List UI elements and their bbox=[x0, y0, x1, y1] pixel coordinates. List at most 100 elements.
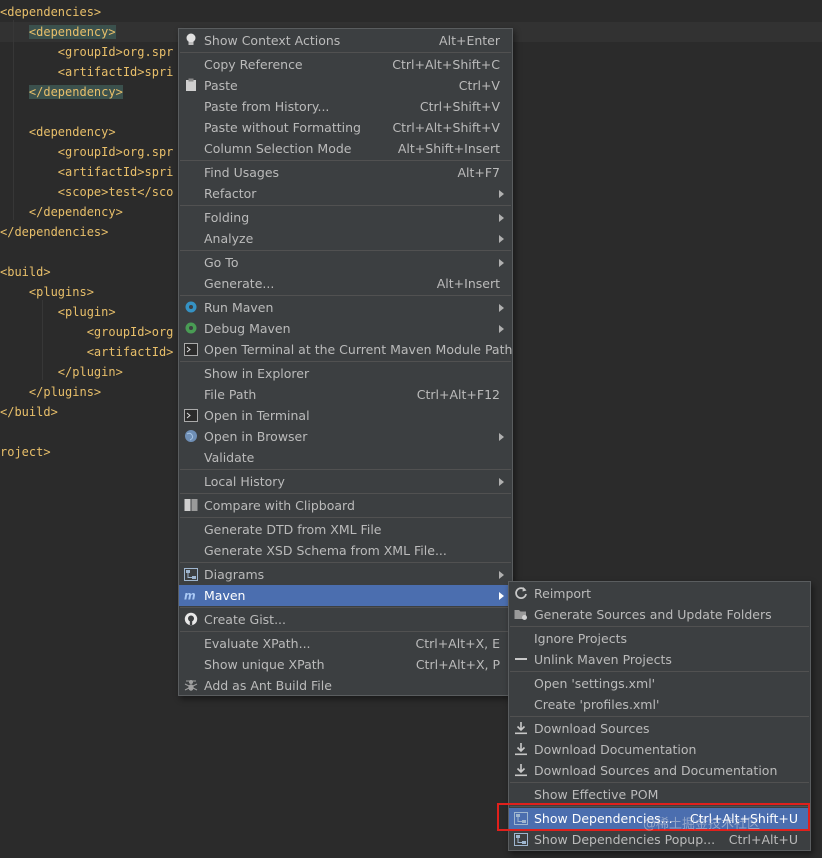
code-line[interactable]: <dependency> bbox=[0, 22, 116, 42]
code-line[interactable]: roject> bbox=[0, 442, 51, 462]
code-text: <dependency> bbox=[28, 25, 116, 39]
code-line[interactable]: <build> bbox=[0, 262, 51, 282]
code-line[interactable]: <groupId>org.spr bbox=[0, 42, 174, 62]
menu-item-label: Run Maven bbox=[204, 300, 274, 315]
submenu-arrow-icon bbox=[499, 325, 504, 333]
menu-item-evaluate-xpath[interactable]: Evaluate XPath... Ctrl+Alt+X, E bbox=[179, 633, 512, 654]
menu-item-show-in-explorer[interactable]: Show in Explorer bbox=[179, 363, 512, 384]
menu-item-download-sources[interactable]: Download Sources bbox=[509, 718, 810, 739]
menu-separator bbox=[180, 361, 511, 362]
menu-item-show-effective-pom[interactable]: Show Effective POM bbox=[509, 784, 810, 805]
code-line[interactable]: </dependency> bbox=[0, 202, 123, 222]
menu-item-label: Open 'settings.xml' bbox=[534, 676, 656, 691]
menu-item-label: Show in Explorer bbox=[204, 366, 310, 381]
code-line[interactable]: </plugin> bbox=[0, 362, 123, 382]
code-line[interactable]: <groupId>org.spr bbox=[0, 142, 174, 162]
menu-item-show-context-actions[interactable]: Show Context Actions Alt+Enter bbox=[179, 30, 512, 51]
code-line[interactable]: <scope>test</sco bbox=[0, 182, 174, 202]
menu-item-go-to[interactable]: Go To bbox=[179, 252, 512, 273]
menu-item-local-history[interactable]: Local History bbox=[179, 471, 512, 492]
menu-item-generate-dtd-from-xml-file[interactable]: Generate DTD from XML File bbox=[179, 519, 512, 540]
menu-item-create-gist[interactable]: Create Gist... bbox=[179, 609, 512, 630]
menu-separator bbox=[180, 205, 511, 206]
menu-item-label: Generate XSD Schema from XML File... bbox=[204, 543, 447, 558]
menu-item-download-documentation[interactable]: Download Documentation bbox=[509, 739, 810, 760]
submenu-arrow-icon bbox=[499, 433, 504, 441]
menu-item-paste[interactable]: Paste Ctrl+V bbox=[179, 75, 512, 96]
menu-item-validate[interactable]: Validate bbox=[179, 447, 512, 468]
menu-item-paste-from-history[interactable]: Paste from History... Ctrl+Shift+V bbox=[179, 96, 512, 117]
menu-item-generate[interactable]: Generate... Alt+Insert bbox=[179, 273, 512, 294]
code-line[interactable]: </dependency> bbox=[0, 82, 123, 102]
menu-item-shortcut: Ctrl+Alt+X, P bbox=[415, 657, 500, 672]
menu-item-download-sources-and-documentation[interactable]: Download Sources and Documentation bbox=[509, 760, 810, 781]
submenu-arrow-icon bbox=[499, 571, 504, 579]
menu-item-open-in-terminal[interactable]: Open in Terminal bbox=[179, 405, 512, 426]
menu-item-compare-with-clipboard[interactable]: Compare with Clipboard bbox=[179, 495, 512, 516]
menu-item-label: Copy Reference bbox=[204, 57, 303, 72]
menu-item-refactor[interactable]: Refactor bbox=[179, 183, 512, 204]
menu-item-file-path[interactable]: File Path Ctrl+Alt+F12 bbox=[179, 384, 512, 405]
menu-item-show-unique-xpath[interactable]: Show unique XPath Ctrl+Alt+X, P bbox=[179, 654, 512, 675]
menu-item-label: Show Context Actions bbox=[204, 33, 341, 48]
menu-item-paste-without-formatting[interactable]: Paste without Formatting Ctrl+Alt+Shift+V bbox=[179, 117, 512, 138]
code-line[interactable]: <artifactId> bbox=[0, 342, 174, 362]
code-line[interactable]: </plugins> bbox=[0, 382, 101, 402]
menu-item-label: Column Selection Mode bbox=[204, 141, 352, 156]
menu-item-label: Open in Terminal bbox=[204, 408, 310, 423]
code-line[interactable]: <groupId>org bbox=[0, 322, 174, 342]
menu-item-folding[interactable]: Folding bbox=[179, 207, 512, 228]
menu-item-maven[interactable]: m Maven bbox=[179, 585, 512, 606]
code-line[interactable]: </dependencies> bbox=[0, 222, 108, 242]
menu-item-generate-xsd-schema-from-xml-file[interactable]: Generate XSD Schema from XML File... bbox=[179, 540, 512, 561]
minus-icon bbox=[514, 652, 528, 666]
menu-item-open-in-browser[interactable]: Open in Browser bbox=[179, 426, 512, 447]
menu-item-shortcut: Ctrl+Alt+X, E bbox=[415, 636, 500, 651]
menu-item-unlink-maven-projects[interactable]: Unlink Maven Projects bbox=[509, 649, 810, 670]
menu-item-label: Find Usages bbox=[204, 165, 280, 180]
menu-separator bbox=[510, 626, 809, 627]
menu-item-add-as-ant-build-file[interactable]: Add as Ant Build File bbox=[179, 675, 512, 696]
code-text: </dependency> bbox=[28, 205, 123, 219]
menu-item-label: Show Effective POM bbox=[534, 787, 659, 802]
lightbulb-icon bbox=[184, 33, 198, 47]
menu-item-label: Evaluate XPath... bbox=[204, 636, 311, 651]
code-line[interactable]: </build> bbox=[0, 402, 58, 422]
menu-item-reimport[interactable]: Reimport bbox=[509, 583, 810, 604]
code-text: </plugin> bbox=[57, 365, 123, 379]
menu-item-copy-reference[interactable]: Copy Reference Ctrl+Alt+Shift+C bbox=[179, 54, 512, 75]
menu-item-debug-maven[interactable]: Debug Maven bbox=[179, 318, 512, 339]
terminal-icon bbox=[184, 408, 198, 422]
code-text: <plugins> bbox=[28, 285, 94, 299]
menu-item-shortcut: Alt+Enter bbox=[439, 33, 500, 48]
code-text: <dependencies> bbox=[0, 5, 102, 19]
menu-item-label: Maven bbox=[204, 588, 246, 603]
code-line[interactable]: <artifactId>spri bbox=[0, 162, 174, 182]
code-line[interactable]: <plugins> bbox=[0, 282, 94, 302]
menu-item-open-settings-xml[interactable]: Open 'settings.xml' bbox=[509, 673, 810, 694]
menu-item-column-selection-mode[interactable]: Column Selection Mode Alt+Shift+Insert bbox=[179, 138, 512, 159]
code-line[interactable]: <dependencies> bbox=[0, 2, 101, 22]
menu-item-generate-sources-and-update-folders[interactable]: Generate Sources and Update Folders bbox=[509, 604, 810, 625]
menu-item-ignore-projects[interactable]: Ignore Projects bbox=[509, 628, 810, 649]
menu-item-show-dependencies-popup[interactable]: Show Dependencies Popup... Ctrl+Alt+U bbox=[509, 829, 810, 850]
menu-item-find-usages[interactable]: Find Usages Alt+F7 bbox=[179, 162, 512, 183]
menu-item-analyze[interactable]: Analyze bbox=[179, 228, 512, 249]
code-line[interactable]: <artifactId>spri bbox=[0, 62, 174, 82]
menu-item-label: Open Terminal at the Current Maven Modul… bbox=[204, 342, 513, 357]
folder-gen-icon bbox=[514, 607, 528, 621]
menu-item-diagrams[interactable]: Diagrams bbox=[179, 564, 512, 585]
code-line[interactable]: <plugin> bbox=[0, 302, 116, 322]
menu-item-open-terminal-at-the-current-maven-module-path[interactable]: Open Terminal at the Current Maven Modul… bbox=[179, 339, 512, 360]
code-line[interactable]: <dependency> bbox=[0, 122, 116, 142]
menu-item-create-profiles-xml[interactable]: Create 'profiles.xml' bbox=[509, 694, 810, 715]
menu-item-label: Folding bbox=[204, 210, 250, 225]
submenu-arrow-icon bbox=[499, 478, 504, 486]
code-text: </dependency> bbox=[28, 85, 123, 99]
menu-item-run-maven[interactable]: Run Maven bbox=[179, 297, 512, 318]
